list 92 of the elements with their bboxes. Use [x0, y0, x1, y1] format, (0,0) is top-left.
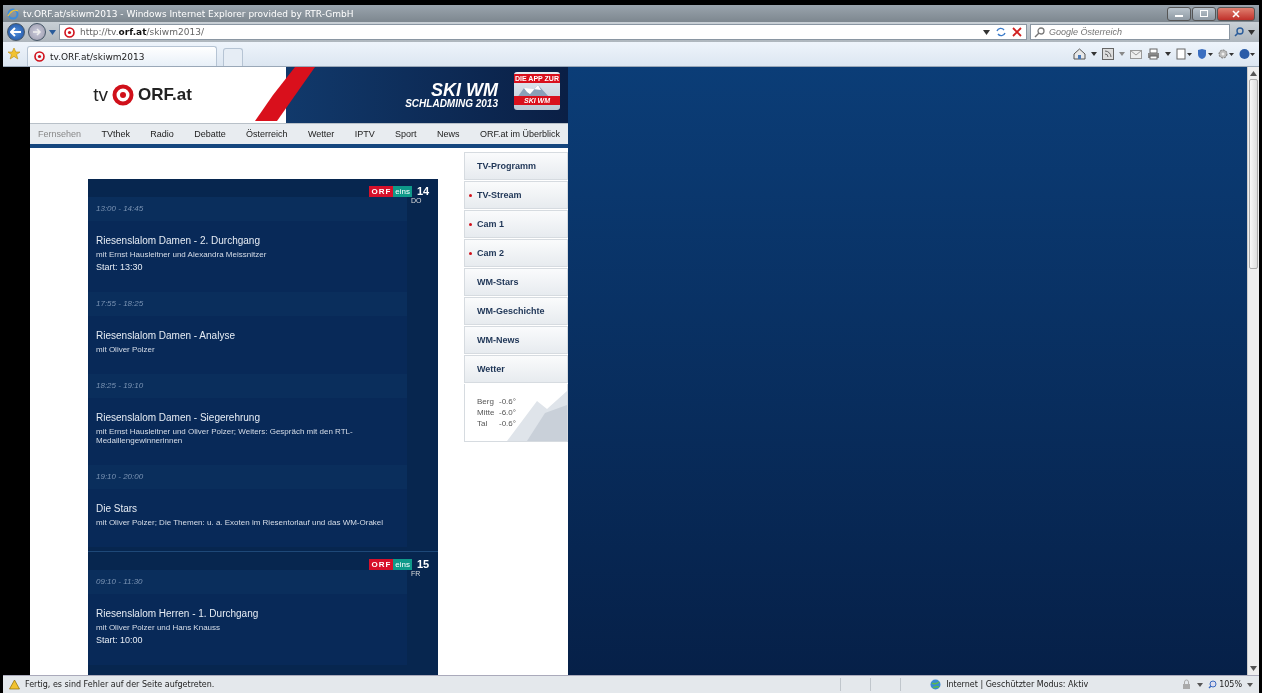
temperature: -0.6°	[499, 418, 516, 429]
warning-icon[interactable]	[9, 679, 20, 690]
time-range: 19:10 - 20:00	[95, 471, 145, 483]
dropdown-icon[interactable]	[1091, 52, 1097, 56]
day-number: 14	[417, 185, 431, 197]
target-icon	[34, 51, 45, 62]
search-field[interactable]: Google Österreich	[1030, 24, 1230, 40]
close-icon	[1232, 9, 1240, 18]
security-zone: Internet | Geschützter Modus: Aktiv	[946, 680, 1090, 689]
stop-icon[interactable]	[1012, 27, 1022, 37]
time-range: 09:10 - 11:30	[95, 576, 144, 588]
nav-link[interactable]: Sport	[395, 129, 417, 139]
nav-link[interactable]: Wetter	[308, 129, 335, 139]
program-title[interactable]: Riesenslalom Damen - 2. Durchgang	[88, 235, 407, 246]
zoom-level[interactable]: 105%	[1208, 680, 1242, 689]
browser-tab[interactable]: tv.ORF.at/skiwm2013	[27, 46, 217, 66]
sidebar-link[interactable]: Wetter	[464, 355, 568, 383]
address-field[interactable]: http://tv.orf.at/skiwm2013/	[59, 24, 1027, 40]
sidebar-link[interactable]: Cam 2	[464, 239, 568, 267]
program-title[interactable]: Die Stars	[88, 503, 407, 514]
arrow-right-icon	[32, 28, 42, 36]
nav-link[interactable]: News	[437, 129, 460, 139]
back-button[interactable]	[7, 23, 25, 41]
weather-place: Tal	[477, 418, 489, 429]
program-info: mit Oliver Polzer und Hans Knauss	[95, 623, 222, 632]
nav-link[interactable]: Debatte	[194, 129, 226, 139]
status-message: Fertig, es sind Fehler auf der Seite aufgetreten.	[25, 680, 215, 689]
dropdown-icon[interactable]	[1165, 52, 1171, 56]
minimize-button[interactable]	[1167, 6, 1191, 21]
program-info: mit Ernst Hausleitner und Oliver Polzer; Weiters: Gespräch mit den RTL-Medaillengewinnerinnen	[95, 427, 354, 445]
program-title[interactable]: Riesenslalom Damen - Analyse	[88, 330, 407, 341]
orf-logo[interactable]: tv ORF.at	[30, 67, 255, 123]
scrollbar[interactable]	[1247, 67, 1259, 675]
time-range: 13:00 - 14:45	[95, 203, 145, 215]
target-icon	[64, 26, 75, 38]
forward-button[interactable]	[28, 23, 46, 41]
nav-link[interactable]: TVthek	[101, 129, 130, 139]
nav-link[interactable]: ORF.at im Überblick	[479, 129, 560, 139]
url-text: http://tv.orf.at/skiwm2013/	[80, 27, 204, 37]
time-range: 17:55 - 18:25	[95, 298, 145, 310]
banner-subtitle: SCHLADMING 2013	[405, 99, 498, 109]
sidebar-link[interactable]: TV-Programm	[464, 152, 568, 180]
sidebar-link[interactable]: WM-Stars	[464, 268, 568, 296]
zoom-icon	[1208, 680, 1218, 689]
search-icon[interactable]	[1234, 27, 1244, 37]
target-icon	[111, 84, 134, 106]
program-info: mit Ernst Hausleitner und Alexandra Meissnitzer	[95, 250, 268, 259]
printer-icon[interactable]	[1147, 48, 1160, 60]
program-info: mit Oliver Polzer	[95, 345, 156, 354]
temperature: -6.0°	[499, 407, 516, 418]
day-number: 15	[417, 558, 431, 570]
globe-icon	[930, 679, 942, 690]
page-icon[interactable]	[1176, 48, 1192, 60]
scroll-down-icon[interactable]	[1250, 666, 1257, 671]
time-range: 18:25 - 19:10	[95, 380, 145, 392]
weather-place: Berg	[477, 396, 495, 407]
program-title[interactable]: Riesenslalom Damen - Siegerehrung	[88, 412, 407, 423]
channel-logo: ORF eins	[369, 186, 412, 197]
program-title[interactable]: Riesenslalom Herren - 1. Durchgang	[88, 608, 407, 619]
home-icon[interactable]	[1073, 48, 1086, 60]
maximize-icon	[1200, 10, 1208, 17]
feed-icon[interactable]	[1102, 48, 1114, 60]
help-icon[interactable]	[1239, 48, 1255, 60]
window-title: tv.ORF.at/skiwm2013 - Windows Internet Explorer provided by RTR-GmbH	[23, 8, 354, 19]
weather-place: Mitte	[477, 407, 496, 418]
temperature: -0.6°	[499, 396, 516, 407]
sidebar-link[interactable]: Cam 1	[464, 210, 568, 238]
nav-link[interactable]: Österreich	[246, 129, 288, 139]
dropdown-icon[interactable]	[983, 29, 990, 35]
banner-title: SKI WM	[431, 81, 498, 99]
sidebar-link[interactable]: WM-Geschichte	[464, 297, 568, 325]
sidebar-link[interactable]: WM-News	[464, 326, 568, 354]
shield-icon[interactable]	[1197, 48, 1213, 60]
start-time: Start: 10:00	[95, 635, 144, 645]
maximize-button[interactable]	[1192, 6, 1216, 21]
scroll-up-icon[interactable]	[1250, 71, 1257, 76]
gear-icon[interactable]	[1218, 48, 1234, 60]
dropdown-icon[interactable]	[1248, 29, 1255, 35]
nav-link[interactable]: IPTV	[354, 129, 375, 139]
arrow-left-icon	[10, 27, 22, 37]
program-info: mit Oliver Polzer; Die Themen: u. a. Exoten im Riesentorlauf und das WM-Orakel	[95, 518, 385, 527]
browser-icon	[7, 7, 19, 20]
dropdown-icon[interactable]	[1247, 682, 1253, 687]
nav-link[interactable]: Radio	[150, 129, 174, 139]
channel-logo: ORF eins	[369, 559, 412, 570]
refresh-icon[interactable]	[995, 27, 1007, 37]
favorites-star-icon[interactable]	[7, 47, 21, 61]
scroll-thumb[interactable]	[1249, 79, 1258, 269]
sidebar-link[interactable]: TV-Stream	[464, 181, 568, 209]
dropdown-icon[interactable]	[1197, 682, 1204, 687]
close-button[interactable]	[1217, 6, 1255, 21]
start-time: Start: 13:30	[95, 262, 144, 272]
